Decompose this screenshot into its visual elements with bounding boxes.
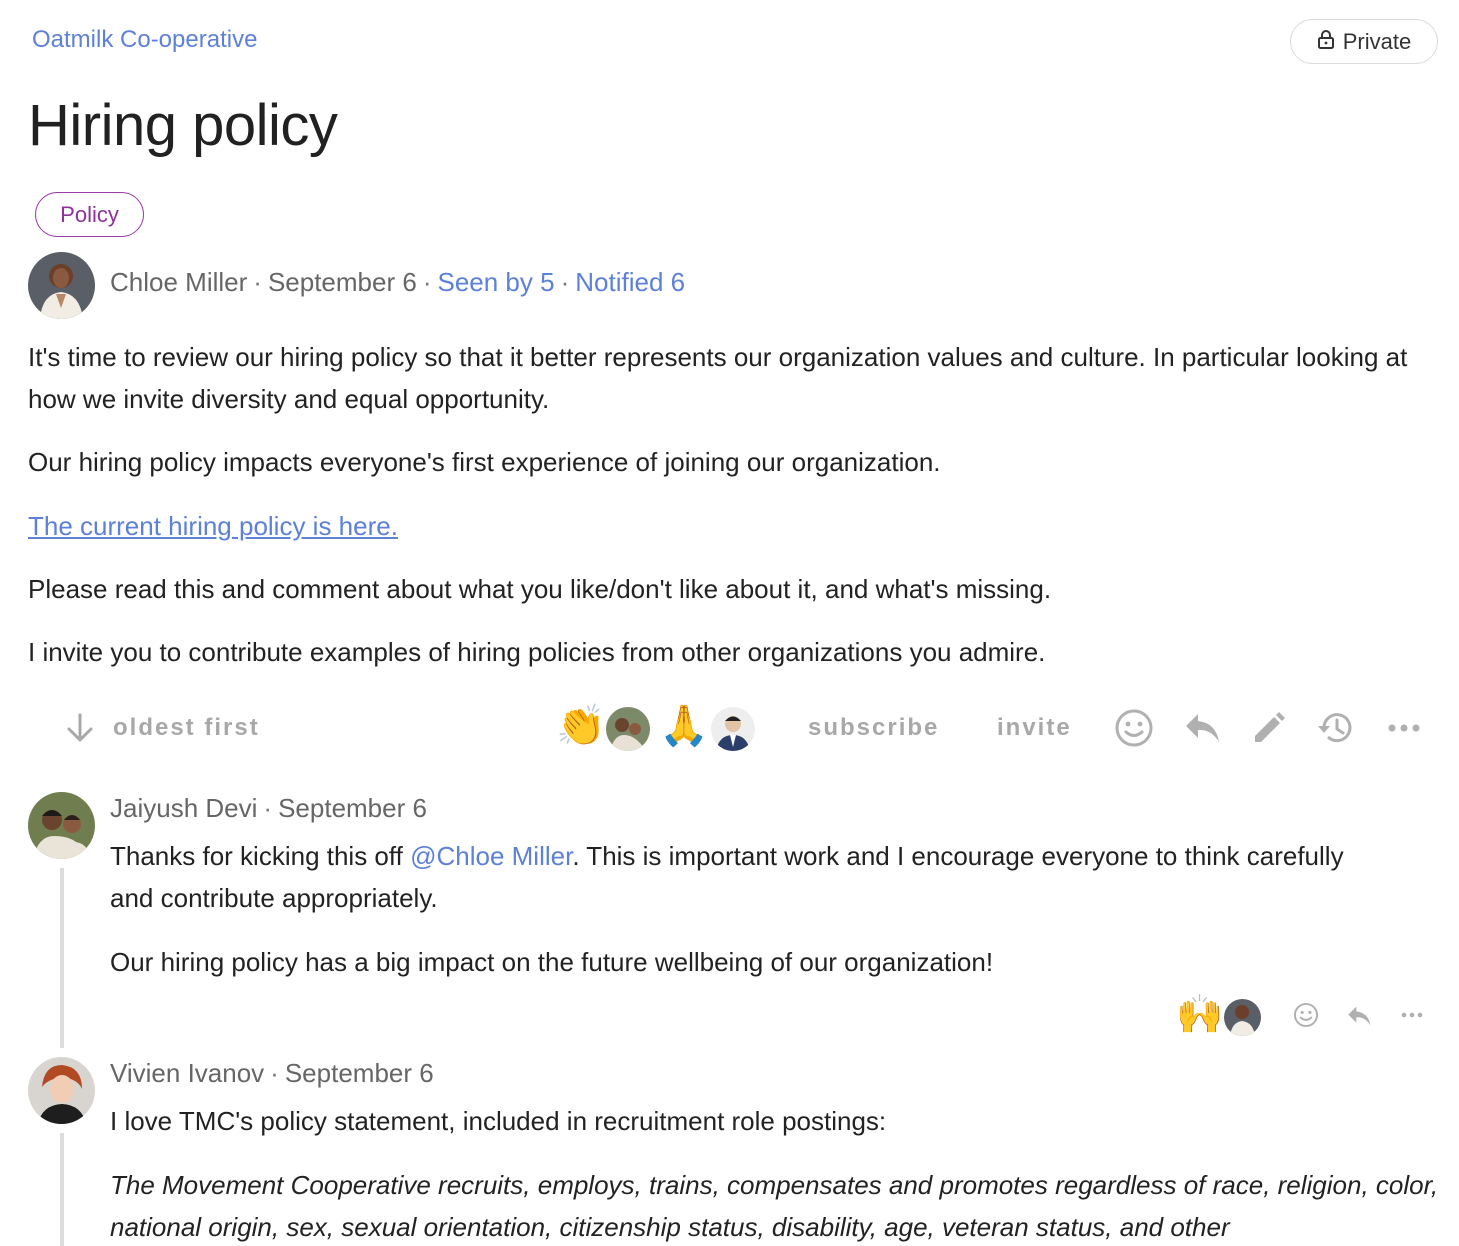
notified-link[interactable]: Notified 6 xyxy=(575,267,685,297)
post-paragraph: It's time to review our hiring policy so… xyxy=(28,342,1408,414)
emoji-icon[interactable] xyxy=(1293,1002,1319,1028)
seen-by-link[interactable]: Seen by 5 xyxy=(437,267,554,297)
reaction-avatar[interactable] xyxy=(711,707,755,751)
comment-meta: Vivien Ivanov · September 6 xyxy=(110,1058,434,1088)
hiring-policy-link[interactable]: The current hiring policy is here. xyxy=(28,505,398,547)
quote-paragraph: The Movement Cooperative recruits, emplo… xyxy=(110,1170,1439,1242)
thread-line xyxy=(60,868,64,1048)
privacy-button[interactable]: Private xyxy=(1290,19,1438,64)
post-paragraph: Our hiring policy impacts everyone's fir… xyxy=(28,447,941,477)
pray-reaction[interactable]: 🙏 xyxy=(659,706,709,746)
reply-icon[interactable] xyxy=(1183,710,1221,746)
post-paragraph: Please read this and comment about what … xyxy=(28,574,1052,604)
group-link[interactable]: Oatmilk Co-operative xyxy=(32,26,257,54)
author-name[interactable]: Vivien Ivanov xyxy=(110,1058,264,1088)
post-date[interactable]: September 6 xyxy=(268,267,417,297)
comment-date[interactable]: September 6 xyxy=(278,793,427,823)
reply-icon[interactable] xyxy=(1346,1004,1372,1028)
thread-line xyxy=(60,1133,64,1246)
raised-hands-reaction[interactable]: 🙌 xyxy=(1176,996,1223,1034)
edit-icon[interactable] xyxy=(1250,709,1288,747)
tag-policy[interactable]: Policy xyxy=(35,192,144,237)
comment-date[interactable]: September 6 xyxy=(285,1058,434,1088)
reaction-avatar[interactable] xyxy=(1224,999,1261,1036)
comment-text: Thanks for kicking this off xyxy=(110,841,411,871)
emoji-icon[interactable] xyxy=(1114,708,1154,748)
comment-paragraph: Thanks for kicking this off @Chloe Mille… xyxy=(110,835,1370,919)
subscribe-button[interactable]: subscribe xyxy=(808,714,939,742)
history-icon[interactable] xyxy=(1316,708,1356,748)
mention-link[interactable]: @Chloe Miller xyxy=(410,841,572,871)
arrow-down-icon[interactable] xyxy=(64,712,96,744)
author-name[interactable]: Jaiyush Devi xyxy=(110,793,257,823)
comment-paragraph: Our hiring policy has a big impact on th… xyxy=(110,947,994,977)
avatar[interactable] xyxy=(28,252,95,319)
clap-reaction[interactable]: 👏 xyxy=(556,706,606,746)
sort-button[interactable]: oldest first xyxy=(113,714,260,742)
page-title: Hiring policy xyxy=(28,93,338,158)
post-meta: Chloe Miller · September 6 · Seen by 5 · Notif… xyxy=(110,267,686,297)
privacy-label: Private xyxy=(1342,28,1412,54)
author-name[interactable]: Chloe Miller xyxy=(110,267,247,297)
comment-meta: Jaiyush Devi · September 6 xyxy=(110,793,427,823)
avatar[interactable] xyxy=(28,1057,95,1124)
more-icon[interactable] xyxy=(1400,1010,1424,1020)
avatar[interactable] xyxy=(28,792,95,859)
lock-icon xyxy=(1317,29,1335,55)
more-icon[interactable] xyxy=(1386,722,1422,734)
reaction-avatar[interactable] xyxy=(606,707,650,751)
comment-paragraph: I love TMC's policy statement, included … xyxy=(110,1106,887,1136)
invite-button[interactable]: invite xyxy=(997,714,1072,742)
post-paragraph: I invite you to contribute examples of h… xyxy=(28,637,1046,667)
